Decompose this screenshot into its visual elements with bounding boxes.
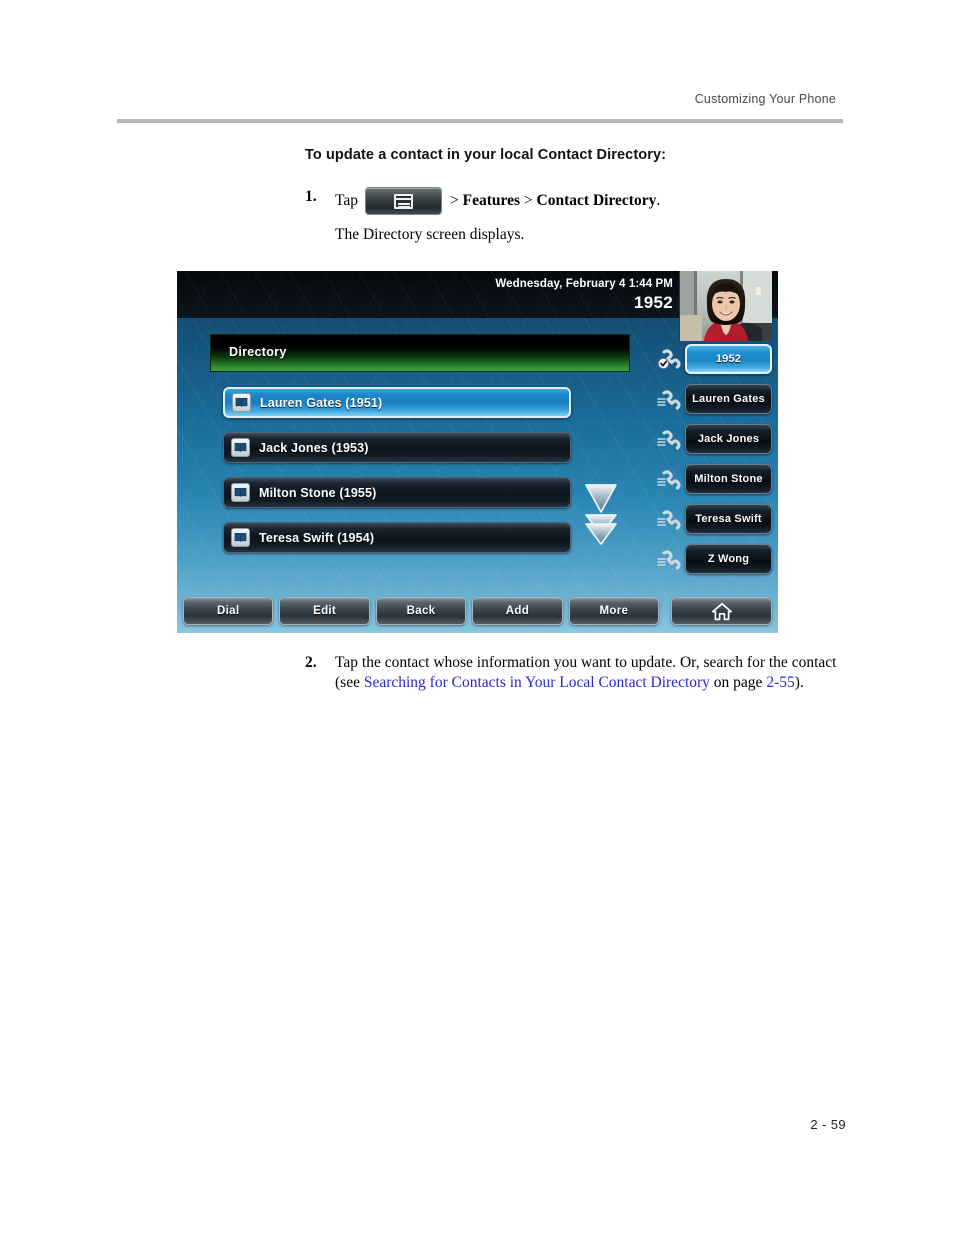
avatar-photo-graphic — [680, 271, 772, 341]
line-key-button[interactable]: Milton Stone — [685, 464, 772, 494]
handset-glyph — [657, 470, 681, 490]
handset-glyph — [657, 510, 681, 530]
softkey-label: Add — [505, 605, 530, 617]
handset-glyph — [657, 349, 681, 370]
page-number: 2 - 59 — [810, 1117, 846, 1132]
cross-reference-link[interactable]: Searching for Contacts in Your Local Con… — [364, 674, 710, 691]
softkey-back[interactable]: Back — [375, 597, 467, 625]
line-key-button[interactable]: Z Wong — [685, 544, 772, 574]
step-2-body: Tap the contact whose information you wa… — [335, 653, 845, 692]
page-reference-link[interactable]: 2-55 — [766, 674, 794, 691]
step-1-result-text: The Directory screen displays. — [335, 226, 525, 243]
handset-line-icon — [657, 507, 683, 531]
softkey-label: More — [599, 605, 629, 617]
contact-book-icon — [231, 438, 250, 457]
contact-name-label: Jack Jones (1953) — [259, 440, 369, 455]
status-extension: 1952 — [633, 293, 673, 312]
step-1-period: . — [656, 192, 661, 210]
contact-book-icon — [231, 483, 250, 502]
status-datetime: Wednesday, February 4 1:44 PM — [495, 278, 673, 290]
running-head: Customizing Your Phone — [0, 0, 954, 130]
step-1-contact-directory-label: Contact Directory — [536, 192, 657, 210]
book-glyph — [234, 443, 247, 452]
softkey-label: Edit — [313, 605, 337, 617]
contact-book-icon — [231, 528, 250, 547]
contact-list-item[interactable]: Teresa Swift (1954) — [223, 522, 571, 553]
contact-name-label: Teresa Swift (1954) — [259, 530, 375, 545]
handset-glyph — [657, 430, 681, 450]
menu-key-icon — [394, 193, 414, 209]
contact-list-item[interactable]: Lauren Gates (1951) — [223, 387, 571, 418]
handset-registered-icon — [657, 347, 683, 371]
step-1-trail: > Features > Contact Directory. — [450, 191, 660, 211]
handset-line-icon — [657, 427, 683, 451]
step-2-text-after: ). — [794, 673, 804, 691]
line-key-label: Teresa Swift — [695, 513, 762, 525]
running-head-title: Customizing Your Phone — [694, 92, 836, 106]
line-key-button[interactable]: Teresa Swift — [685, 504, 772, 534]
contact-list-item[interactable]: Jack Jones (1953) — [223, 432, 571, 463]
line-key-column: 1952 Lauren Gates Jack Jones Milton Ston… — [657, 339, 772, 579]
line-key-label: Lauren Gates — [692, 393, 765, 405]
line-key-row[interactable]: Teresa Swift — [657, 499, 772, 539]
handset-line-icon — [657, 467, 683, 491]
line-key-button[interactable]: Jack Jones — [685, 424, 772, 454]
step-1-number: 1. — [305, 188, 317, 205]
scroll-down-arrow-icon[interactable] — [581, 481, 621, 515]
line-key-button[interactable]: 1952 — [685, 344, 772, 374]
step-1-lead-text: Tap — [335, 192, 359, 210]
softkey-bar: Dial Edit Back Add More — [177, 595, 778, 627]
step-2-number: 2. — [305, 654, 317, 671]
line-key-row[interactable]: Jack Jones — [657, 419, 772, 459]
line-key-label: Jack Jones — [697, 433, 760, 445]
step-1-gt-2: > — [520, 192, 537, 210]
scroll-page-down-arrow-icon[interactable] — [581, 513, 621, 547]
section-heading: To update a contact in your local Contac… — [305, 147, 667, 163]
step-1-body: Tap > Features > Contact Directory. — [335, 187, 855, 215]
step-1-features-label: Features — [462, 192, 521, 210]
book-glyph — [234, 533, 247, 542]
phone-screen-screenshot: Wednesday, February 4 1:44 PM 1952 Direc… — [177, 271, 778, 633]
menu-key-button[interactable] — [365, 187, 443, 215]
scroll-indicators[interactable] — [581, 481, 621, 551]
handset-line-icon — [657, 547, 683, 571]
header-rule — [117, 119, 843, 123]
line-key-label: 1952 — [715, 353, 742, 365]
line-key-label: Z Wong — [707, 553, 750, 565]
home-icon — [711, 602, 732, 620]
line-key-button[interactable]: Lauren Gates — [685, 384, 772, 414]
handset-glyph — [657, 550, 681, 570]
line-key-row[interactable]: Lauren Gates — [657, 379, 772, 419]
contact-name-label: Milton Stone (1955) — [259, 485, 377, 500]
line-key-row[interactable]: 1952 — [657, 339, 772, 379]
handset-line-icon — [657, 387, 683, 411]
step-2-text-between: on page — [709, 673, 767, 691]
book-glyph — [235, 398, 248, 407]
contact-name-label: Lauren Gates (1951) — [260, 395, 383, 410]
line-key-row[interactable]: Z Wong — [657, 539, 772, 579]
softkey-more[interactable]: More — [568, 597, 660, 625]
line-key-label: Milton Stone — [694, 473, 763, 485]
softkey-label: Dial — [217, 605, 240, 617]
contact-list-item[interactable]: Milton Stone (1955) — [223, 477, 571, 508]
contact-book-icon — [232, 393, 251, 412]
directory-contact-list: Lauren Gates (1951) Jack Jones (1953) Mi… — [223, 387, 573, 567]
line-key-row[interactable]: Milton Stone — [657, 459, 772, 499]
home-button[interactable] — [671, 597, 773, 625]
softkey-label: Back — [406, 605, 436, 617]
video-avatar-photo — [679, 271, 772, 341]
handset-glyph — [657, 390, 681, 410]
softkey-edit[interactable]: Edit — [279, 597, 370, 625]
softkey-add[interactable]: Add — [472, 597, 563, 625]
directory-title-bar: Directory — [210, 334, 630, 372]
directory-title: Directory — [229, 345, 287, 359]
book-glyph — [234, 488, 247, 497]
softkey-dial[interactable]: Dial — [183, 597, 274, 625]
step-1-gt-1: > — [450, 192, 463, 210]
